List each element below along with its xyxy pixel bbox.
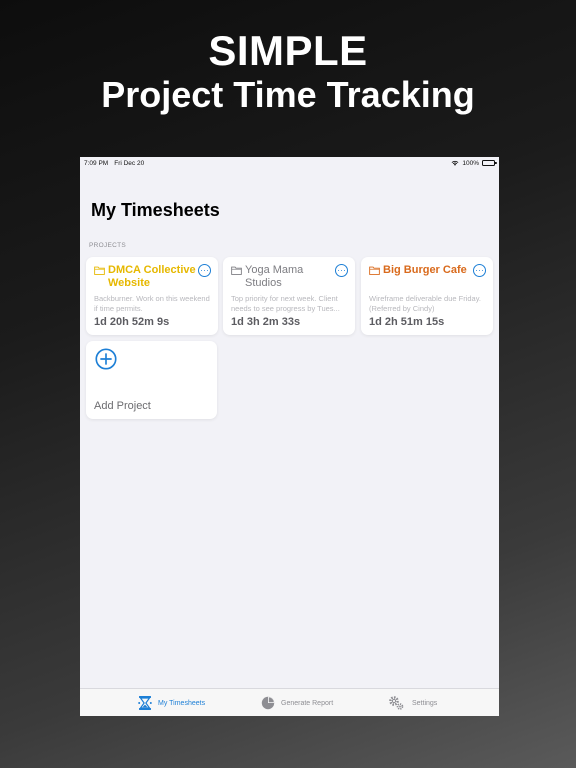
more-options-icon[interactable] — [335, 264, 348, 277]
tab-label: Settings — [412, 699, 438, 707]
tab-generate-report[interactable]: Generate Report — [260, 689, 333, 716]
more-options-icon[interactable] — [473, 264, 486, 277]
project-card-big-burger[interactable]: Big Burger Cafe Wireframe deliverable du… — [361, 257, 493, 335]
wifi-icon — [451, 160, 459, 166]
project-time-total: 1d 3h 2m 33s — [231, 316, 301, 328]
promo-header: SIMPLE Project Time Tracking — [0, 28, 576, 116]
tab-my-timesheets[interactable]: My Timesheets — [137, 689, 205, 716]
promo-headline: SIMPLE — [208, 27, 368, 74]
gears-icon — [389, 696, 404, 710]
pie-chart-icon — [261, 696, 275, 710]
project-card-yoga-mama[interactable]: Yoga Mama Studios Top priority for next … — [223, 257, 355, 335]
tab-bar: My Timesheets Generate Report Settings — [80, 688, 499, 716]
folder-icon — [369, 266, 380, 275]
more-options-icon[interactable] — [198, 264, 211, 277]
project-description: Wireframe deliverable due Friday. (Refer… — [369, 294, 481, 313]
project-time-total: 1d 2h 51m 15s — [369, 316, 445, 328]
hourglass-icon — [138, 696, 152, 710]
battery-icon — [482, 160, 497, 166]
status-date: Fri Dec 20 — [114, 159, 145, 167]
folder-icon — [231, 266, 242, 275]
project-description: Backburner. Work on this weekend if time… — [94, 294, 210, 313]
add-project-card[interactable]: Add Project — [86, 341, 217, 419]
add-project-label: Add Project — [94, 400, 151, 412]
tab-label: Generate Report — [281, 699, 334, 707]
status-bar: 7:09 PM Fri Dec 20 100% — [80, 157, 499, 169]
status-time: 7:09 PM — [84, 159, 109, 167]
project-title: DMCA Collective Website — [108, 264, 196, 289]
battery-percent: 100% — [462, 159, 479, 167]
project-time-total: 1d 20h 52m 9s — [94, 316, 170, 328]
project-title: Big Burger Cafe — [383, 264, 467, 276]
add-circle-icon[interactable] — [95, 348, 117, 370]
page-title: My Timesheets — [91, 200, 220, 220]
section-label-projects: PROJECTS — [89, 242, 127, 249]
tab-settings[interactable]: Settings — [385, 689, 437, 716]
promo-subheadline: Project Time Tracking — [101, 74, 475, 115]
folder-icon — [94, 266, 105, 275]
ipad-screen: 7:09 PM Fri Dec 20 100% My Timesheets PR… — [80, 157, 499, 716]
project-title: Yoga Mama Studios — [245, 264, 304, 289]
project-card-dmca[interactable]: DMCA Collective Website Backburner. Work… — [86, 257, 218, 335]
tab-label: My Timesheets — [158, 699, 206, 707]
project-description: Top priority for next week. Client needs… — [231, 294, 340, 313]
